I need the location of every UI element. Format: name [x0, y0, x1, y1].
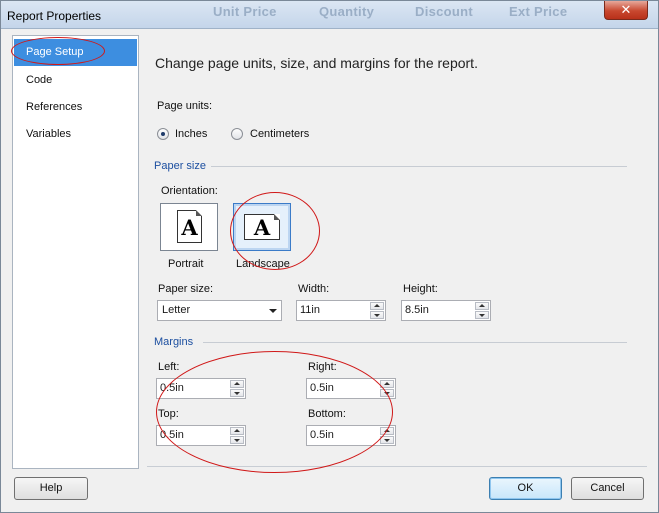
ghost-header-ext-price: Ext Price — [509, 4, 568, 19]
portrait-label[interactable]: Portrait — [168, 258, 203, 270]
window-title: Report Properties — [7, 9, 102, 23]
orientation-label: Orientation: — [161, 185, 218, 197]
inches-radio[interactable] — [157, 128, 169, 140]
top-margin-label: Top: — [158, 408, 179, 420]
bottom-margin-label: Bottom: — [308, 408, 346, 420]
right-margin-increment-button[interactable] — [380, 380, 394, 388]
width-increment-button[interactable] — [370, 302, 384, 310]
width-decrement-button[interactable] — [370, 311, 384, 319]
paper-size-section-title: Paper size — [154, 160, 206, 172]
height-value: 8.5in — [405, 304, 429, 316]
bottom-margin-decrement-button[interactable] — [380, 436, 394, 444]
margins-section-title: Margins — [154, 336, 194, 348]
width-spinner[interactable]: 11in — [296, 300, 386, 321]
width-value: 11in — [300, 304, 320, 316]
annotation-circle-margins — [156, 351, 393, 473]
top-margin-spinner[interactable]: 0.5in — [156, 425, 246, 446]
paper-size-value: Letter — [162, 304, 191, 316]
bottom-margin-spinner[interactable]: 0.5in — [306, 425, 396, 446]
left-margin-spinner[interactable]: 0.5in — [156, 378, 246, 399]
landscape-page-icon: A — [244, 214, 280, 240]
left-margin-increment-button[interactable] — [230, 380, 244, 388]
right-margin-decrement-button[interactable] — [380, 389, 394, 397]
footer-divider — [147, 466, 647, 467]
paper-size-select[interactable]: Letter — [157, 300, 282, 321]
close-button[interactable]: ✕ — [604, 1, 648, 20]
landscape-button[interactable]: A — [233, 203, 291, 251]
paper-size-label: Paper size: — [158, 283, 214, 295]
sidebar-nav: Page Setup Code References Variables — [12, 35, 139, 469]
sidebar-item-code[interactable]: Code — [14, 67, 137, 94]
height-decrement-button[interactable] — [475, 311, 489, 319]
ghost-header-discount: Discount — [415, 4, 474, 19]
cancel-button[interactable]: Cancel — [571, 477, 644, 500]
bottom-margin-increment-button[interactable] — [380, 427, 394, 435]
portrait-page-icon: A — [177, 210, 202, 243]
ok-button[interactable]: OK — [489, 477, 562, 500]
title-bar[interactable]: Unit Price Quantity Discount Ext Price R… — [1, 1, 658, 29]
landscape-label[interactable]: Landscape — [236, 258, 290, 270]
chevron-down-icon — [269, 309, 277, 313]
centimeters-radio-label[interactable]: Centimeters — [250, 128, 309, 140]
help-button[interactable]: Help — [14, 477, 88, 500]
height-label: Height: — [403, 283, 438, 295]
margins-divider — [203, 342, 627, 343]
sidebar-item-page-setup[interactable]: Page Setup — [14, 39, 137, 66]
report-properties-dialog: Unit Price Quantity Discount Ext Price R… — [0, 0, 659, 513]
close-icon: ✕ — [620, 2, 632, 17]
top-margin-decrement-button[interactable] — [230, 436, 244, 444]
height-increment-button[interactable] — [475, 302, 489, 310]
left-margin-decrement-button[interactable] — [230, 389, 244, 397]
inches-radio-label[interactable]: Inches — [175, 128, 207, 140]
ghost-header-unit-price: Unit Price — [213, 4, 277, 19]
page-heading: Change page units, size, and margins for… — [155, 55, 478, 71]
height-spinner[interactable]: 8.5in — [401, 300, 491, 321]
portrait-button[interactable]: A — [160, 203, 218, 251]
bottom-margin-value: 0.5in — [310, 429, 334, 441]
top-margin-value: 0.5in — [160, 429, 184, 441]
page-units-label: Page units: — [157, 100, 213, 112]
left-margin-value: 0.5in — [160, 382, 184, 394]
sidebar-item-variables[interactable]: Variables — [14, 121, 137, 148]
left-margin-label: Left: — [158, 361, 180, 373]
right-margin-label: Right: — [308, 361, 337, 373]
sidebar-item-references[interactable]: References — [14, 94, 137, 121]
right-margin-value: 0.5in — [310, 382, 334, 394]
right-margin-spinner[interactable]: 0.5in — [306, 378, 396, 399]
paper-size-divider — [211, 166, 627, 167]
centimeters-radio[interactable] — [231, 128, 243, 140]
width-label: Width: — [298, 283, 330, 295]
ghost-header-quantity: Quantity — [319, 4, 375, 19]
top-margin-increment-button[interactable] — [230, 427, 244, 435]
